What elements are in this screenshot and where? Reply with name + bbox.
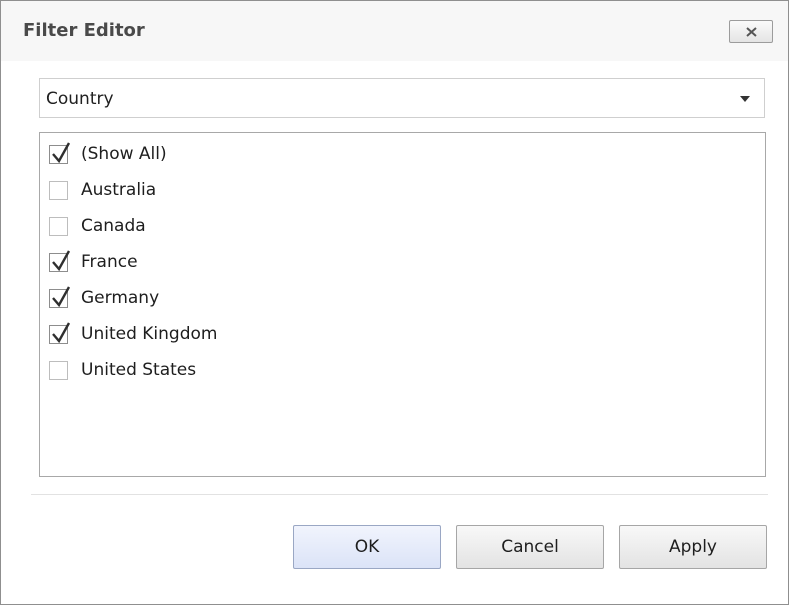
- list-item-label: Australia: [81, 180, 157, 200]
- checkbox[interactable]: [49, 286, 71, 308]
- divider: [31, 494, 768, 495]
- close-icon: [746, 27, 757, 37]
- checkbox[interactable]: [49, 142, 71, 164]
- list-item-united-kingdom[interactable]: United Kingdom: [40, 320, 765, 350]
- list-item-canada[interactable]: Canada: [40, 212, 765, 242]
- list-item-label: France: [81, 252, 138, 272]
- list-item-label: Germany: [81, 288, 160, 308]
- list-item-label: United Kingdom: [81, 324, 218, 344]
- list-item-australia[interactable]: Australia: [40, 176, 765, 206]
- close-button[interactable]: [729, 20, 773, 43]
- value-checklist[interactable]: (Show All) Australia Canada France Germa…: [39, 132, 766, 477]
- checkbox[interactable]: [49, 250, 71, 272]
- check-icon: [52, 286, 71, 308]
- list-item-germany[interactable]: Germany: [40, 284, 765, 314]
- check-icon: [52, 322, 71, 344]
- list-item-france[interactable]: France: [40, 248, 765, 278]
- field-select[interactable]: Country: [39, 78, 765, 118]
- cancel-button[interactable]: Cancel: [456, 525, 604, 569]
- ok-button[interactable]: OK: [293, 525, 441, 569]
- apply-button[interactable]: Apply: [619, 525, 767, 569]
- dialog-title: Filter Editor: [23, 20, 145, 41]
- filter-editor-dialog: Filter Editor Country (Show All) Austral…: [0, 0, 789, 605]
- title-bar[interactable]: Filter Editor: [1, 1, 788, 61]
- checkbox[interactable]: [49, 217, 68, 236]
- dialog-body: Country (Show All) Australia Canada Fran…: [1, 61, 788, 604]
- field-select-value: Country: [46, 89, 114, 109]
- list-item-united-states[interactable]: United States: [40, 356, 765, 386]
- checkbox[interactable]: [49, 322, 71, 344]
- list-item-label: (Show All): [81, 144, 167, 164]
- check-icon: [52, 250, 71, 272]
- checkbox[interactable]: [49, 361, 68, 380]
- list-item-label: United States: [81, 360, 197, 380]
- checkbox[interactable]: [49, 181, 68, 200]
- list-item-label: Canada: [81, 216, 146, 236]
- list-item-show-all[interactable]: (Show All): [40, 140, 765, 170]
- check-icon: [52, 142, 71, 164]
- chevron-down-icon[interactable]: [740, 96, 750, 102]
